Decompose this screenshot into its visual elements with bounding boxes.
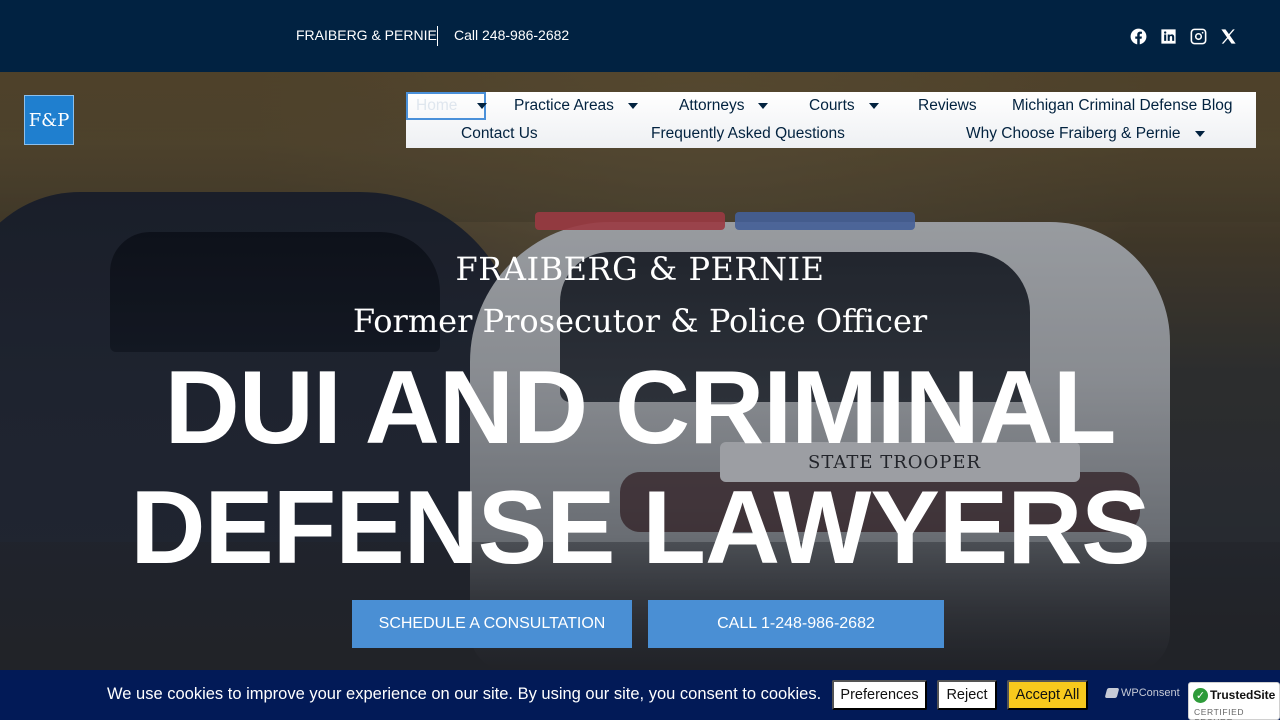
chevron-down-icon <box>1194 131 1205 137</box>
chevron-down-icon <box>868 103 879 109</box>
check-icon: ✓ <box>1193 688 1208 703</box>
chevron-down-icon <box>758 103 769 109</box>
wpconsent-label: WPConsent <box>1121 687 1180 699</box>
nav-item-faq-label: Frequently Asked Questions <box>651 125 845 142</box>
site-logo-text: F&P <box>28 109 70 131</box>
chevron-down-icon <box>477 103 488 109</box>
hero-firm-name: FRAIBERG & PERNIE <box>455 250 825 288</box>
main-navigation: Home Practice Areas Attorneys Courts Rev… <box>406 92 1256 148</box>
nav-item-attorneys-label: Attorneys <box>679 97 745 114</box>
nav-item-courts[interactable]: Courts <box>809 95 879 117</box>
cookie-accept-button[interactable]: Accept All <box>1007 680 1088 710</box>
nav-item-attorneys[interactable]: Attorneys <box>679 95 769 117</box>
trustedsite-badge[interactable]: ✓ TrustedSite CERTIFIED SECURE <box>1188 682 1280 720</box>
nav-item-reviews-label: Reviews <box>918 97 977 114</box>
top-bar-phone-link[interactable]: Call 248-986-2682 <box>454 27 569 43</box>
nav-item-home[interactable]: Home <box>406 92 488 120</box>
cookie-reject-button[interactable]: Reject <box>937 680 997 710</box>
wpconsent-link[interactable]: WPConsent <box>1104 687 1180 699</box>
nav-item-practice-areas[interactable]: Practice Areas <box>514 95 638 117</box>
trustedsite-title: TrustedSite <box>1210 688 1276 702</box>
chevron-down-icon <box>627 103 638 109</box>
linkedin-icon[interactable] <box>1158 26 1178 46</box>
nav-item-blog-label: Michigan Criminal Defense Blog <box>1012 97 1233 114</box>
nav-item-reviews[interactable]: Reviews <box>918 95 977 117</box>
hero-headline-line1: DUI AND CRIMINAL <box>164 350 1117 466</box>
nav-item-blog[interactable]: Michigan Criminal Defense Blog <box>1012 95 1233 117</box>
cookie-preferences-button[interactable]: Preferences <box>832 680 927 710</box>
nav-item-home-label: Home <box>416 97 458 114</box>
hero-headline-line2: DEFENSE LAWYERS <box>130 470 1150 586</box>
top-bar: FRAIBERG & PERNIE Call 248-986-2682 <box>0 0 1280 72</box>
hero-subtitle: Former Prosecutor & Police Officer <box>352 302 928 340</box>
cookie-banner: We use cookies to improve your experienc… <box>0 670 1280 720</box>
nav-item-contact-us-label: Contact Us <box>461 125 538 142</box>
nav-item-faq[interactable]: Frequently Asked Questions <box>651 123 845 145</box>
cookie-message: We use cookies to improve your experienc… <box>107 685 822 703</box>
site-logo[interactable]: F&P <box>24 95 74 145</box>
top-bar-divider <box>437 26 438 46</box>
nav-item-why-choose-label: Why Choose Fraiberg & Pernie <box>966 125 1181 142</box>
schedule-consultation-button[interactable]: SCHEDULE A CONSULTATION <box>352 600 632 648</box>
top-bar-brand[interactable]: FRAIBERG & PERNIE <box>296 27 437 43</box>
nav-item-courts-label: Courts <box>809 97 855 114</box>
nav-item-practice-areas-label: Practice Areas <box>514 97 614 114</box>
trustedsite-subtitle: CERTIFIED SECURE <box>1194 707 1245 720</box>
facebook-icon[interactable] <box>1128 26 1148 46</box>
call-button[interactable]: CALL 1-248-986-2682 <box>648 600 944 648</box>
instagram-icon[interactable] <box>1188 26 1208 46</box>
nav-item-contact-us[interactable]: Contact Us <box>461 123 538 145</box>
nav-item-why-choose[interactable]: Why Choose Fraiberg & Pernie <box>966 123 1205 145</box>
wpconsent-icon <box>1104 688 1120 698</box>
x-icon[interactable] <box>1218 26 1238 46</box>
